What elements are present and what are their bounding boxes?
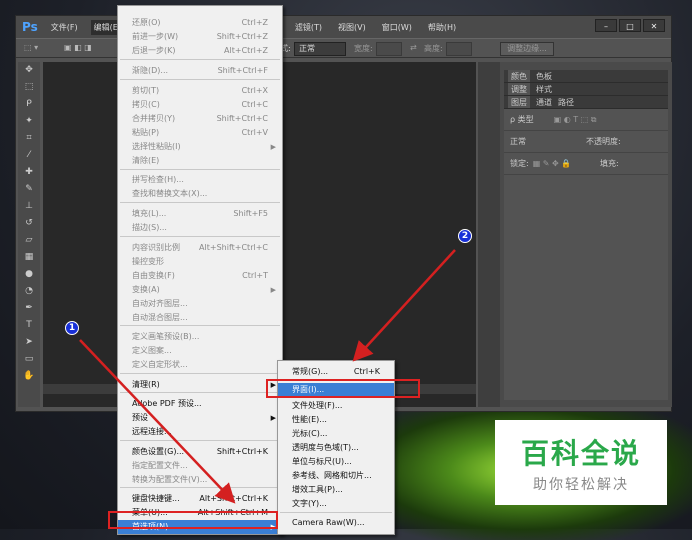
watermark-title: 百科全说 (520, 437, 641, 470)
step-badge-2: 2 (458, 229, 472, 243)
step-badge-1: 1 (65, 321, 79, 335)
arrow-2 (352, 249, 456, 362)
arrow-1 (79, 339, 236, 504)
watermark: 百科全说 助你轻松解决 (495, 420, 667, 505)
watermark-subtitle: 助你轻松解决 (533, 477, 629, 493)
